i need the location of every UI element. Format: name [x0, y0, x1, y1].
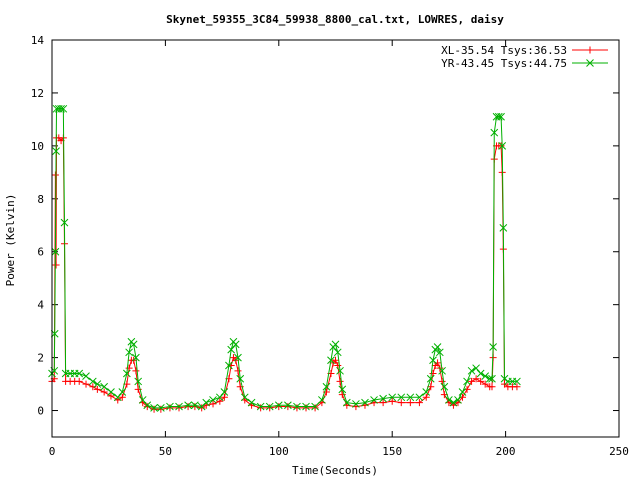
- x-tick-label-3: 150: [382, 445, 402, 458]
- y-tick-label-3: 6: [37, 246, 44, 259]
- y-tick-label-2: 4: [37, 299, 44, 312]
- x-tick-label-2: 100: [269, 445, 289, 458]
- y-tick-label-7: 14: [31, 34, 45, 47]
- x-tick-label-4: 200: [496, 445, 516, 458]
- x-tick-label-5: 250: [609, 445, 629, 458]
- chart-root: Skynet_59355_3C84_59938_8800_cal.txt, LO…: [0, 0, 640, 480]
- chart-svg: Skynet_59355_3C84_59938_8800_cal.txt, LO…: [0, 0, 640, 480]
- x-tick-label-1: 50: [159, 445, 172, 458]
- legend-label-series-2: YR-43.45 Tsys:44.75: [441, 57, 567, 70]
- y-tick-label-4: 8: [37, 193, 44, 206]
- y-tick-label-5: 10: [31, 140, 44, 153]
- x-axis-label: Time(Seconds): [292, 464, 378, 477]
- chart-title: Skynet_59355_3C84_59938_8800_cal.txt, LO…: [166, 13, 504, 26]
- y-tick-label-1: 2: [37, 352, 44, 365]
- y-tick-label-0: 0: [37, 405, 44, 418]
- x-tick-label-0: 0: [49, 445, 56, 458]
- y-tick-label-6: 12: [31, 87, 44, 100]
- legend-label-series-1: XL-35.54 Tsys:36.53: [441, 44, 567, 57]
- chart-background: [0, 0, 640, 480]
- y-axis-label: Power (Kelvin): [4, 194, 17, 287]
